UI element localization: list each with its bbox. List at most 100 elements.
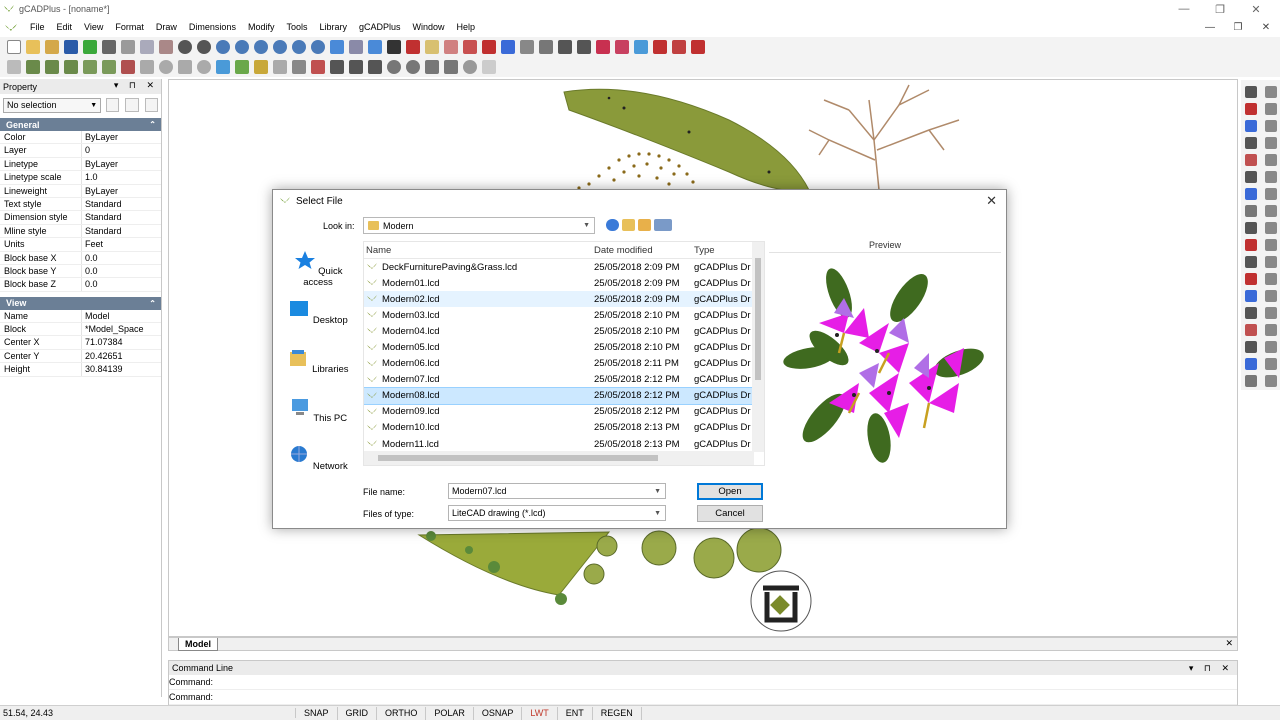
- property-value[interactable]: 20.42651: [81, 349, 161, 363]
- status-toggle-lwt[interactable]: LWT: [522, 706, 558, 720]
- pen-icon[interactable]: [671, 40, 686, 54]
- file-row[interactable]: Modern04.lcd 25/05/2018 2:10 PM gCADPlus D…: [364, 323, 764, 339]
- collapse-icon[interactable]: ⌃: [149, 299, 156, 308]
- layers-icon[interactable]: [348, 40, 363, 54]
- property-row[interactable]: Name Model: [0, 309, 161, 324]
- marker-icon[interactable]: [481, 40, 496, 54]
- collapse-icon[interactable]: ⌃: [149, 120, 156, 129]
- array-icon[interactable]: [1265, 341, 1277, 353]
- menu-format[interactable]: Format: [109, 19, 150, 36]
- add-icon[interactable]: [82, 40, 97, 54]
- stretch-icon[interactable]: [1245, 222, 1257, 234]
- join-icon[interactable]: [1265, 205, 1277, 217]
- fillet-icon[interactable]: [1265, 154, 1277, 166]
- close-icon[interactable]: ✕: [1225, 638, 1233, 649]
- leader-icon[interactable]: [424, 60, 439, 74]
- explode-icon[interactable]: [1245, 324, 1257, 336]
- chamfer-icon[interactable]: [1265, 137, 1277, 149]
- extend-icon[interactable]: [1265, 103, 1277, 115]
- undo-icon[interactable]: [177, 40, 192, 54]
- close-button[interactable]: ✕: [1238, 0, 1274, 18]
- quick-select-icon[interactable]: [106, 98, 120, 112]
- rotate-icon[interactable]: [1265, 375, 1277, 387]
- tolerance-icon[interactable]: [443, 60, 458, 74]
- place-network[interactable]: Network: [283, 445, 353, 472]
- menu-library[interactable]: Library: [313, 19, 353, 36]
- offset-icon[interactable]: [1265, 324, 1277, 336]
- offset-icon[interactable]: [1245, 137, 1257, 149]
- dim-angular-icon[interactable]: [367, 60, 382, 74]
- spline-icon[interactable]: [101, 60, 116, 74]
- property-row[interactable]: Text style Standard: [0, 197, 161, 212]
- hatch-icon[interactable]: [519, 40, 534, 54]
- property-row[interactable]: Color ByLayer: [0, 131, 161, 145]
- line-weight-icon[interactable]: [386, 40, 401, 54]
- copy-object-icon[interactable]: [1265, 290, 1277, 302]
- property-row[interactable]: Height 30.84139: [0, 363, 161, 377]
- insert-block-icon[interactable]: [234, 60, 249, 74]
- place-quick-access[interactable]: Quick access: [283, 250, 353, 288]
- menu-modify[interactable]: Modify: [242, 19, 281, 36]
- open-button[interactable]: Open: [697, 483, 763, 500]
- erase-icon[interactable]: [1245, 86, 1257, 98]
- property-row[interactable]: Center X 71.07384: [0, 336, 161, 350]
- view-icon[interactable]: [367, 40, 382, 54]
- library-block-icon[interactable]: [253, 60, 268, 74]
- align-icon[interactable]: [1265, 222, 1277, 234]
- group-icon[interactable]: [1265, 239, 1277, 251]
- doc-restore-button[interactable]: ❐: [1224, 19, 1252, 36]
- property-row[interactable]: Center Y 20.42651: [0, 349, 161, 364]
- status-toggle-polar[interactable]: POLAR: [426, 706, 474, 720]
- property-value[interactable]: ByLayer: [81, 131, 161, 144]
- status-toggle-snap[interactable]: SNAP: [296, 706, 338, 720]
- measure-icon[interactable]: [652, 40, 667, 54]
- file-row[interactable]: Modern03.lcd 25/05/2018 2:10 PM gCADPlus D…: [364, 307, 764, 323]
- menu-dimensions[interactable]: Dimensions: [183, 19, 242, 36]
- property-value[interactable]: ByLayer: [81, 184, 161, 197]
- property-value[interactable]: *Model_Space: [81, 323, 161, 336]
- selection-dropdown[interactable]: No selection ▼: [3, 97, 102, 113]
- menu-gcadplus[interactable]: gCADPlus: [353, 19, 407, 36]
- erase-icon[interactable]: [1265, 273, 1277, 285]
- redo-icon[interactable]: [196, 40, 211, 54]
- column-header-type[interactable]: Type: [692, 242, 752, 258]
- mirror-icon[interactable]: [1245, 120, 1257, 132]
- extend-icon[interactable]: [1245, 256, 1257, 268]
- block-icon[interactable]: [405, 40, 420, 54]
- menu-file[interactable]: File: [24, 19, 51, 36]
- zoom-all-icon[interactable]: [310, 40, 325, 54]
- dim-diameter-icon[interactable]: [405, 60, 420, 74]
- freehand-icon[interactable]: [120, 60, 135, 74]
- open-folder-icon[interactable]: [25, 40, 40, 54]
- status-toggle-osnap[interactable]: OSNAP: [474, 706, 523, 720]
- dialog-close-button[interactable]: ✕: [986, 193, 997, 209]
- dim-linear-icon[interactable]: [329, 60, 344, 74]
- horizontal-scrollbar[interactable]: [364, 451, 754, 465]
- image-icon[interactable]: [462, 40, 477, 54]
- status-toggle-ortho[interactable]: ORTHO: [377, 706, 427, 720]
- menu-window[interactable]: Window: [407, 19, 451, 36]
- new-folder-icon[interactable]: [638, 219, 651, 231]
- column-header-date[interactable]: Date modified: [592, 242, 692, 258]
- file-name-input[interactable]: Modern07.lcd ▼: [448, 483, 666, 499]
- toggle-pickadd-icon[interactable]: [144, 98, 158, 112]
- file-row[interactable]: Modern10.lcd 25/05/2018 2:13 PM gCADPlus D…: [364, 420, 764, 436]
- property-value[interactable]: 71.07384: [81, 336, 161, 349]
- property-row[interactable]: Dimension style Standard: [0, 211, 161, 225]
- file-row[interactable]: Modern02.lcd 25/05/2018 2:09 PM gCADPlus D…: [364, 291, 764, 308]
- fillet-icon[interactable]: [1245, 307, 1257, 319]
- text-icon[interactable]: [576, 40, 591, 54]
- arc-draw-icon[interactable]: [177, 60, 192, 74]
- file-type-dropdown[interactable]: LiteCAD drawing (*.lcd) ▼: [448, 505, 666, 521]
- chamfer-icon[interactable]: [1245, 290, 1257, 302]
- status-toggle-grid[interactable]: GRID: [338, 706, 378, 720]
- back-icon[interactable]: [606, 219, 619, 231]
- polyline-icon[interactable]: [44, 60, 59, 74]
- property-value[interactable]: Standard: [81, 197, 161, 211]
- document-icon[interactable]: [4, 22, 18, 34]
- columns-icon[interactable]: [557, 40, 572, 54]
- file-row[interactable]: Modern11.lcd 25/05/2018 2:13 PM gCADPlus D…: [364, 436, 764, 452]
- view-menu-icon[interactable]: [654, 219, 672, 231]
- look-in-dropdown[interactable]: Modern ▼: [363, 217, 595, 234]
- explode-icon[interactable]: [1265, 171, 1277, 183]
